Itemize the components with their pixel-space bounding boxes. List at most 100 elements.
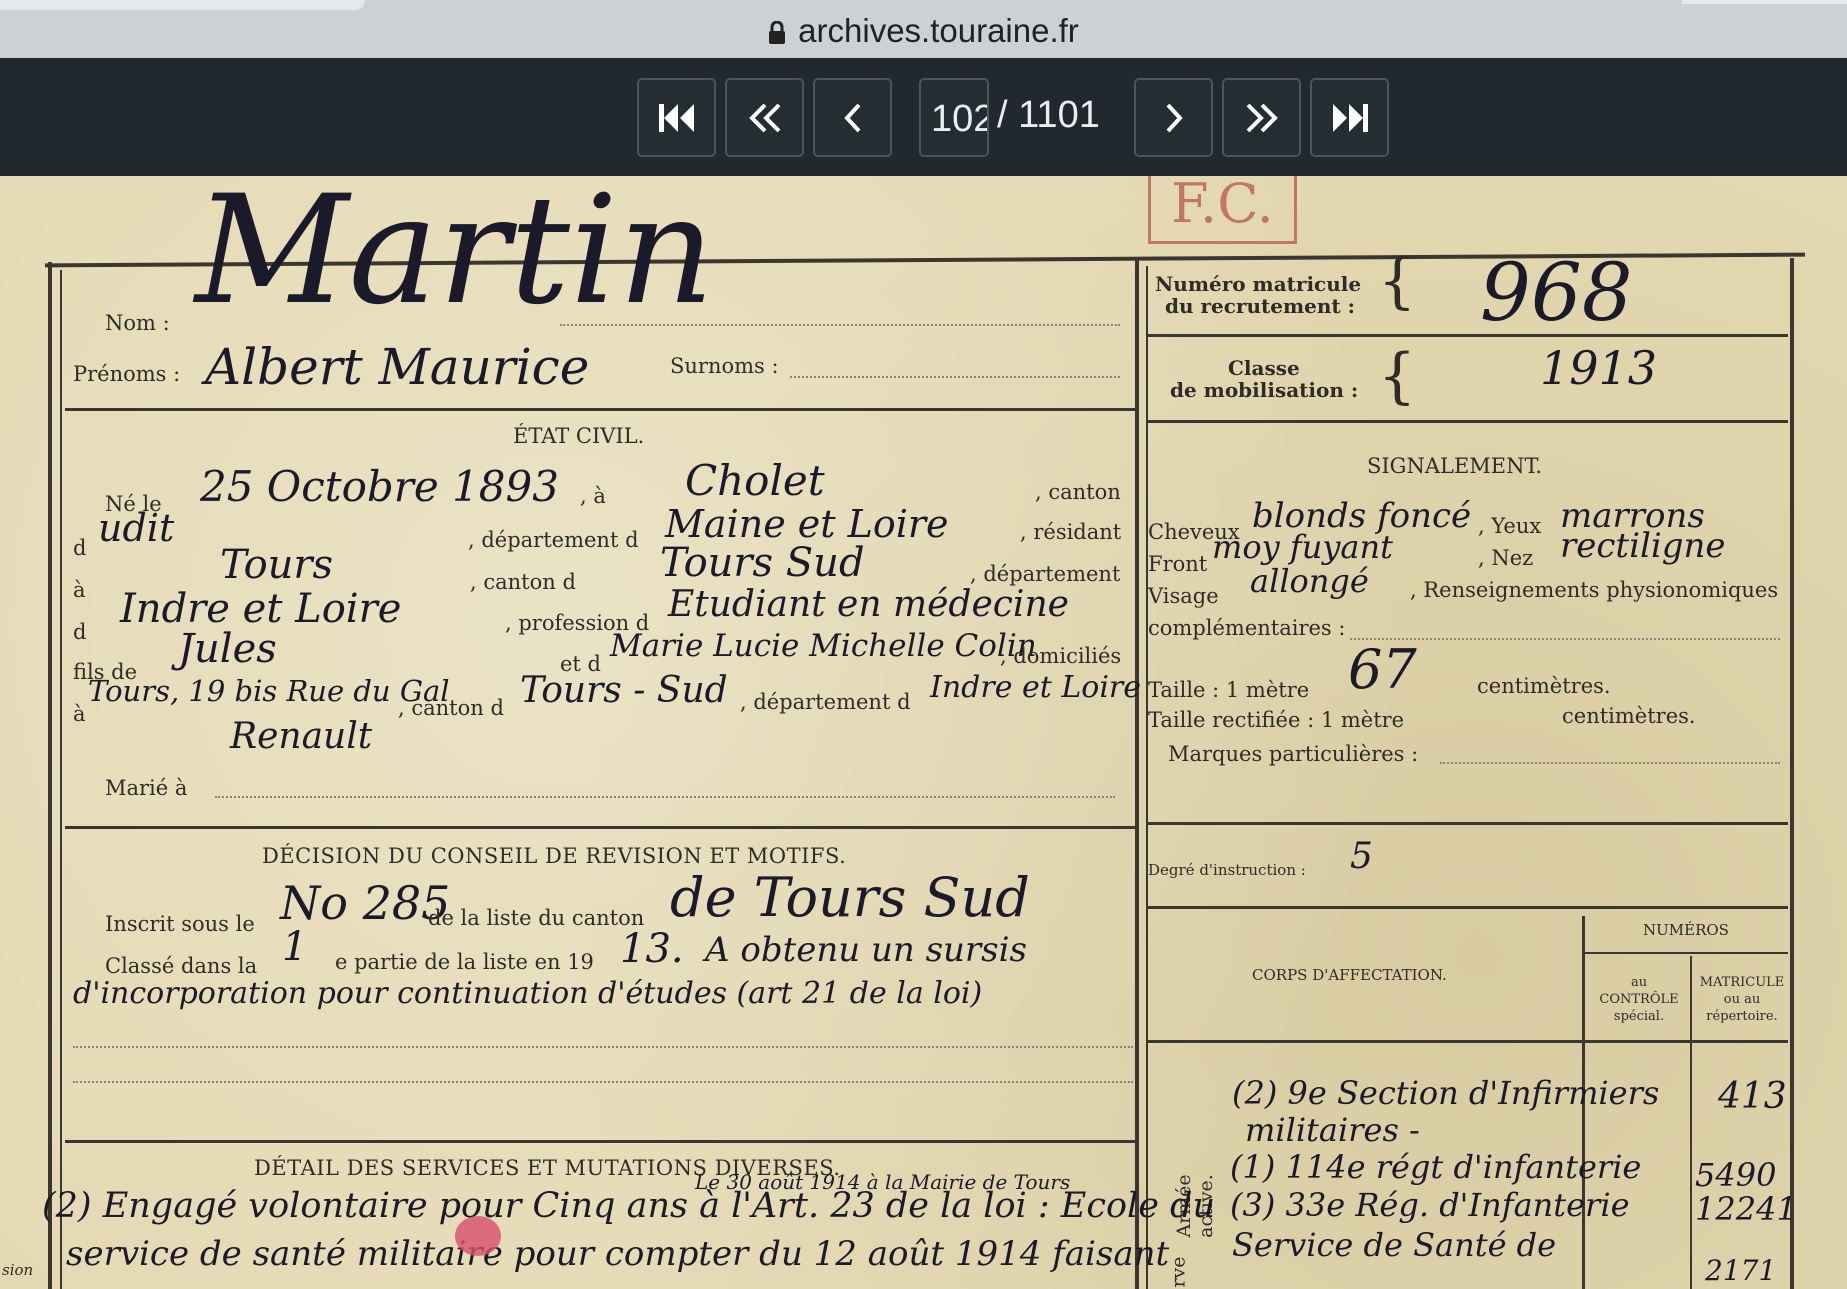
tab-strip-edge-right xyxy=(1682,0,1847,4)
frame-right-rule xyxy=(1790,258,1794,1289)
affectation-num-3: 12241 xyxy=(1695,1190,1797,1228)
chevron-left-icon xyxy=(843,103,860,132)
annee-value: 13. xyxy=(620,926,684,972)
classe-label-1: Classe xyxy=(1228,356,1300,380)
prenoms-label: Prénoms : xyxy=(73,362,181,386)
domicilies-label: , domiciliés xyxy=(1000,644,1122,668)
frame-left-rule xyxy=(48,262,52,1289)
signalement-title: SIGNALEMENT. xyxy=(1367,454,1543,478)
decision-bottom-rule xyxy=(65,1140,1135,1143)
nom-value: Martin xyxy=(195,176,715,338)
marie-dotted-line xyxy=(215,796,1115,798)
dept3-label: , département d xyxy=(740,690,911,714)
marques-dotted-line xyxy=(1440,762,1780,764)
nom-dotted-line xyxy=(560,324,1120,326)
fils-value: Jules xyxy=(178,626,277,672)
last-page-button[interactable] xyxy=(1310,78,1389,157)
profession-value: Etudiant en médecine xyxy=(668,584,1069,625)
next-page-button[interactable] xyxy=(1134,78,1213,157)
controle-label: au CONTRÔLE spécial. xyxy=(1599,975,1679,1024)
dept2-label: , département xyxy=(970,562,1121,586)
a-label: , à xyxy=(580,484,606,508)
services-line-1: (2) Engagé volontaire pour Cinq ans à l'… xyxy=(42,1186,1215,1226)
decision-title: DÉCISION DU CONSEIL DE REVISION ET MOTIF… xyxy=(262,844,847,868)
degre-value: 5 xyxy=(1350,836,1373,877)
matricule-value: 968 xyxy=(1480,246,1633,339)
page-number-input[interactable]: 102 xyxy=(919,78,989,157)
previous-10-button[interactable] xyxy=(725,78,804,157)
complementaires-label: complémentaires : xyxy=(1148,616,1346,640)
classe-value: 1913 xyxy=(1540,341,1658,395)
affectation-num-1: 413 xyxy=(1718,1076,1787,1117)
previous-page-button[interactable] xyxy=(813,78,892,157)
canton-label: , canton xyxy=(1035,480,1121,504)
matricule-brace: { xyxy=(1378,246,1417,316)
affectation-line-3: (1) 114e régt d'infanterie xyxy=(1230,1148,1642,1186)
affectation-header-bottom-rule xyxy=(1148,1040,1788,1043)
matricule-label-2: du recrutement : xyxy=(1165,294,1355,318)
url-text: archives.touraine.fr xyxy=(798,12,1079,49)
reserve-label: rve xyxy=(1167,1256,1190,1288)
taille-value: 67 xyxy=(1348,638,1417,701)
mere-value: Marie Lucie Michelle Colin xyxy=(610,628,1037,664)
classe-bottom-rule xyxy=(1148,420,1788,423)
double-chevron-right-icon xyxy=(1246,103,1278,132)
affectation-num-2: 5490 xyxy=(1695,1156,1777,1194)
affectation-line-2: militaires - xyxy=(1245,1111,1420,1149)
skip-last-icon xyxy=(1332,103,1368,132)
taille-rect-unit: centimètres. xyxy=(1562,704,1696,728)
marques-label: Marques particulières : xyxy=(1168,742,1419,766)
etat-civil-bottom-rule xyxy=(65,826,1135,829)
address-bar[interactable]: archives.touraine.fr xyxy=(0,12,1847,53)
signalement-bottom-rule xyxy=(1148,822,1788,825)
partie-label: e partie de la liste en 19 xyxy=(335,950,594,974)
services-line-2: service de santé militaire pour compter … xyxy=(66,1234,1170,1274)
nez-label: , Nez xyxy=(1478,546,1534,570)
front-value: moy fuyant xyxy=(1212,528,1393,566)
decision-dotted-line-1 xyxy=(73,1046,1133,1048)
header-bottom-rule xyxy=(65,408,1135,411)
affectation-line-1: (2) 9e Section d'Infirmiers xyxy=(1232,1074,1660,1112)
nom-label: Nom : xyxy=(105,311,170,335)
column-divider-rule xyxy=(1135,258,1139,1289)
double-chevron-left-icon xyxy=(748,103,780,132)
d3-label: d xyxy=(73,620,87,644)
corps-title: CORPS D'AFFECTATION. xyxy=(1252,966,1447,984)
visage-label: Visage xyxy=(1148,584,1219,608)
residant-label: , résidant xyxy=(1020,520,1122,544)
prenoms-value: Albert Maurice xyxy=(205,338,590,396)
page-total: / 1101 xyxy=(997,94,1100,136)
motif-value: d'incorporation pour continuation d'étud… xyxy=(73,976,983,1011)
classe-label-2: de mobilisation : xyxy=(1170,378,1359,402)
a3-label: à xyxy=(73,702,86,726)
tab-strip-edge xyxy=(0,0,365,10)
matricule-col-label: MATRICULE ou au répertoire. xyxy=(1699,975,1785,1024)
degre-bottom-rule xyxy=(1148,906,1788,909)
services-margin-note: sion xyxy=(2,1261,34,1279)
front-label: Front xyxy=(1148,552,1208,576)
next-10-button[interactable] xyxy=(1222,78,1301,157)
decision-dotted-line-2 xyxy=(73,1081,1133,1083)
classe-dans-value: 1 xyxy=(282,924,308,970)
canton2-label: , canton d xyxy=(470,570,576,594)
ne-le-value: 25 Octobre 1893 xyxy=(200,462,559,511)
canton3-value: Tours - Sud xyxy=(520,670,728,711)
skip-first-icon xyxy=(658,103,694,132)
affectation-line-5: Service de Santé de xyxy=(1232,1226,1557,1264)
inscrit-label: Inscrit sous le xyxy=(105,912,255,936)
lock-icon xyxy=(768,15,786,53)
affectation-line-4: (3) 33e Rég. d'Infanterie xyxy=(1230,1186,1630,1224)
taille-unit: centimètres. xyxy=(1477,674,1611,698)
matricule-label-1: Numéro matricule xyxy=(1155,272,1362,296)
obtenu-value: A obtenu un sursis xyxy=(705,930,1027,970)
a3-value: Tours, 19 bis Rue du Gal xyxy=(88,674,450,708)
frame-left-inner-rule xyxy=(60,270,62,1289)
d1-value: udit xyxy=(98,506,175,550)
document-scan: F.C. Nom : Martin Prénoms : Albert Mauri… xyxy=(0,176,1847,1289)
taille-label: Taille : 1 mètre xyxy=(1148,678,1310,702)
classe-dans-label: Classé dans la xyxy=(105,954,258,978)
first-page-button[interactable] xyxy=(637,78,716,157)
inscrit-value: No 285 xyxy=(280,876,451,930)
browser-url-bar: archives.touraine.fr xyxy=(0,0,1847,58)
affectation-num-4: 2171 xyxy=(1705,1254,1777,1287)
